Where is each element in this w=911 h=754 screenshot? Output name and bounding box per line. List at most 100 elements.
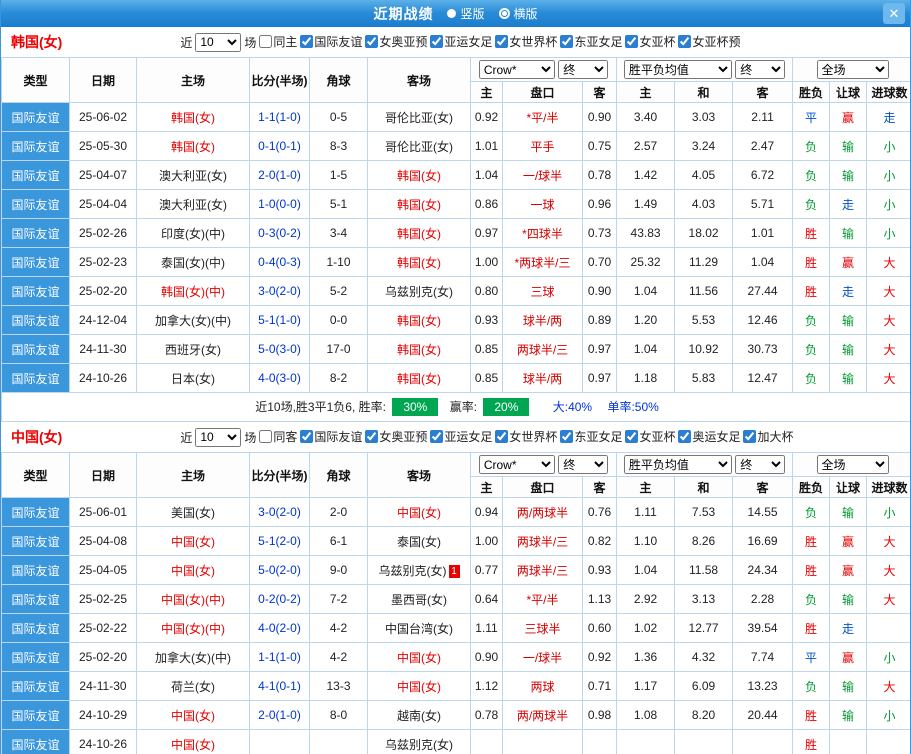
filter-checkbox-同客[interactable]: 同客 [259, 428, 297, 445]
result-wdl-cell: 负 [792, 131, 831, 161]
col-odds-line: 盘口 [502, 476, 583, 498]
filter-checkbox-同主[interactable]: 同主 [259, 33, 297, 50]
match-date-cell: 25-06-02 [69, 102, 137, 132]
result-handicap-cell: 输 [829, 131, 868, 161]
result-wdl-cell: 胜 [792, 613, 831, 643]
filter-checkbox-女世界杯[interactable]: 女世界杯 [495, 33, 557, 50]
match-type-cell: 国际友谊 [1, 613, 70, 643]
checkbox-label: 女亚杯 [639, 430, 676, 444]
handicap-line-cell: *平/半 [502, 102, 583, 132]
checkbox-input[interactable] [300, 35, 314, 48]
filter-checkbox-国际友谊[interactable]: 国际友谊 [300, 428, 362, 445]
checkbox-input[interactable] [625, 430, 639, 443]
recent-count-select[interactable]: 10 [195, 32, 242, 52]
result-handicap-cell: 赢 [829, 247, 868, 277]
filter-checkbox-女亚杯[interactable]: 女亚杯 [625, 428, 675, 445]
final-avg-select[interactable]: 终 [735, 60, 786, 79]
handicap-line-cell: 一球 [502, 189, 583, 219]
checkbox-input[interactable] [259, 35, 273, 48]
corner-score-cell: 8-0 [309, 700, 368, 730]
corner-score-cell: 7-2 [309, 584, 368, 614]
result-handicap-cell: 输 [829, 584, 868, 614]
score-cell: 0-1(0-1) [249, 131, 310, 161]
filter-checkbox-女奥亚预[interactable]: 女奥亚预 [365, 428, 427, 445]
col-avg-home: 主 [616, 476, 676, 498]
match-scope-select[interactable]: 全场 [816, 455, 889, 474]
handicap-home-odds-cell: 0.93 [470, 305, 503, 335]
home-team-cell: 中国(女) [136, 526, 250, 556]
checkbox-input[interactable] [495, 35, 509, 48]
match-scope-header: 全场 [792, 452, 910, 477]
filter-checkbox-奥运女足[interactable]: 奥运女足 [678, 428, 740, 445]
filter-checkbox-国际友谊[interactable]: 国际友谊 [300, 33, 362, 50]
score-cell: 4-0(3-0) [249, 363, 310, 393]
col-avg-away: 客 [732, 476, 794, 498]
avg-away-odds-cell: 6.72 [732, 160, 794, 190]
final-odds-select[interactable]: 终 [558, 455, 609, 474]
handicap-line-cell [502, 729, 583, 754]
handicap-home-odds-cell: 1.04 [470, 160, 503, 190]
avg-odds-select[interactable]: 胜平负均值 [623, 60, 732, 79]
filter-checkbox-东亚女足[interactable]: 东亚女足 [560, 33, 622, 50]
checkbox-input[interactable] [430, 35, 444, 48]
checkbox-input[interactable] [365, 35, 379, 48]
handicap-line-cell: 一/球半 [502, 642, 583, 672]
bookmaker-select[interactable]: Crow* [478, 455, 555, 474]
filter-suffix: 场 [244, 35, 257, 50]
filter-suffix: 场 [244, 430, 257, 445]
avg-odds-select[interactable]: 胜平负均值 [623, 455, 732, 474]
result-goals-cell [866, 613, 910, 643]
col-avg-draw: 和 [674, 81, 734, 103]
checkbox-input[interactable] [365, 430, 379, 443]
single-rate-text: 单率:50% [607, 400, 659, 414]
score-cell: 5-1(2-0) [249, 526, 310, 556]
match-scope-select[interactable]: 全场 [816, 60, 889, 79]
col-avg-draw: 和 [674, 476, 734, 498]
recent-count-select[interactable]: 10 [195, 427, 242, 447]
results-table: 类型 日期 主场 比分(半场) 角球 客场 Crow* 终 胜平负均值 终 全场… [1, 452, 910, 754]
checkbox-input[interactable] [430, 430, 444, 443]
filter-checkbox-女奥亚预[interactable]: 女奥亚预 [365, 33, 427, 50]
result-wdl-cell: 负 [792, 363, 831, 393]
handicap-home-odds-cell: 0.94 [470, 497, 503, 527]
section-korea-women: 韩国(女) 近 10 场 同主 国际友谊 女奥亚预 亚运女足 女世界杯 东亚女足 女亚杯 女亚… [1, 27, 910, 422]
checkbox-input[interactable] [743, 430, 757, 443]
checkbox-input[interactable] [678, 35, 692, 48]
bookmaker-select[interactable]: Crow* [478, 60, 555, 79]
section-header: 中国(女) 近 10 场 同客 国际友谊 女奥亚预 亚运女足 女世界杯 东亚女足 女亚杯 奥运… [1, 422, 910, 452]
final-avg-select[interactable]: 终 [735, 455, 786, 474]
filter-checkbox-亚运女足[interactable]: 亚运女足 [430, 33, 492, 50]
layout-option-horizontal[interactable]: 横版 [498, 5, 538, 22]
handicap-home-odds-cell: 0.86 [470, 189, 503, 219]
avg-draw-odds-cell: 6.09 [674, 671, 734, 701]
checkbox-input[interactable] [625, 35, 639, 48]
col-avg-away: 客 [732, 81, 794, 103]
corner-score-cell: 3-4 [309, 218, 368, 248]
filter-checkbox-东亚女足[interactable]: 东亚女足 [560, 428, 622, 445]
checkbox-label: 女亚杯 [639, 35, 676, 49]
filter-checkbox-女亚杯[interactable]: 女亚杯 [625, 33, 675, 50]
checkbox-input[interactable] [560, 35, 574, 48]
handicap-line-cell: 一/球半 [502, 160, 583, 190]
checkbox-input[interactable] [495, 430, 509, 443]
avg-draw-odds-cell: 5.53 [674, 305, 734, 335]
layout-option-vertical[interactable]: 竖版 [447, 5, 485, 22]
match-type-cell: 国际友谊 [1, 700, 70, 730]
score-cell: 1-1(1-0) [249, 642, 310, 672]
final-odds-select[interactable]: 终 [558, 60, 609, 79]
match-type-cell: 国际友谊 [1, 305, 70, 335]
score-cell [249, 729, 310, 754]
checkbox-input[interactable] [259, 430, 273, 443]
filter-checkbox-加大杯[interactable]: 加大杯 [743, 428, 794, 445]
checkbox-input[interactable] [560, 430, 574, 443]
filter-checkbox-女亚杯预[interactable]: 女亚杯预 [678, 33, 740, 50]
score-cell: 0-2(0-2) [249, 584, 310, 614]
match-date-cell: 25-04-05 [69, 555, 137, 585]
close-button[interactable]: ✕ [883, 3, 905, 24]
checkbox-input[interactable] [300, 430, 314, 443]
handicap-away-odds-cell: 0.90 [581, 102, 618, 132]
result-goals-cell: 小 [866, 160, 910, 190]
filter-checkbox-亚运女足[interactable]: 亚运女足 [430, 428, 492, 445]
filter-checkbox-女世界杯[interactable]: 女世界杯 [495, 428, 557, 445]
checkbox-input[interactable] [678, 430, 692, 443]
